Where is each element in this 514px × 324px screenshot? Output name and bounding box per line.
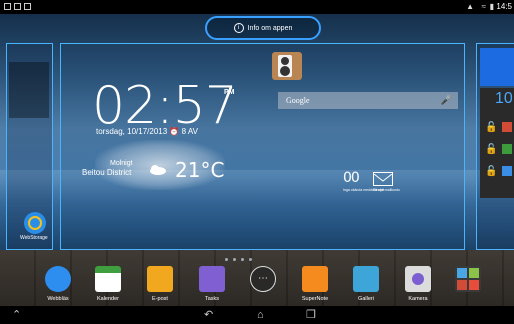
envelope-icon[interactable] [373,172,393,186]
dock-label: E-post [152,296,168,302]
dock-item-gallery[interactable]: Galleri [346,266,386,306]
mail-icon [147,266,173,292]
google-search-bar[interactable]: Google 🎤 [278,92,458,109]
right-widget-number: 10 [495,90,513,107]
dock-label: Kamera [408,296,428,302]
signal-icon: ▲ [466,2,474,11]
weather-temperature[interactable]: 21°C [175,158,224,182]
dock-item-browser[interactable]: Webbläs [38,266,78,306]
page-indicator-dot[interactable] [233,258,236,261]
left-widget [9,62,49,118]
dock-item-calendar[interactable]: Kalender [88,266,128,306]
page-indicator-dot[interactable] [225,258,228,261]
right-widget-header [480,48,514,86]
wifi-icon: ≈ [481,2,486,11]
speaker-icon [278,55,292,77]
dock-label: Tasks [204,296,220,302]
weather-city[interactable]: Beitou District [82,168,131,177]
dock-label: Galleri [358,296,374,302]
dock-item-camera[interactable]: Kamera [398,266,438,306]
google-folder-icon [455,266,481,292]
webstorage-icon[interactable] [24,212,46,234]
music-player-icon[interactable] [272,52,302,80]
notification-icon[interactable] [4,3,11,10]
dock-label: SuperNote [301,296,329,302]
status-time: 14:5 [496,2,512,11]
lock-icon[interactable]: 🔓 [485,144,497,155]
date-text: torsdag, 10/17/2013 [96,127,168,136]
page-indicator-dot[interactable] [241,258,244,261]
recent-apps-icon[interactable]: ❒ [306,308,316,322]
notification-icon[interactable] [24,3,31,10]
tasks-icon [199,266,225,292]
weather-condition: Molnigt [110,160,133,167]
globe-icon [45,266,71,292]
hangouts-icon[interactable] [502,144,512,154]
dock-item-email[interactable]: E-post [140,266,180,306]
page-indicator-dot[interactable] [249,258,252,261]
dock-label: Webbläs [47,296,69,302]
gallery-icon [353,266,379,292]
dock-item-google-folder[interactable] [448,266,488,306]
home-screen: ▲ ≈ ▮ 14:5 i Info om appen 02:57 PM tors… [0,0,514,324]
lock-icon[interactable]: 🔓 [485,122,497,133]
info-icon: i [233,23,244,33]
alarm-icon: ⏰ [169,127,180,136]
lock-icon[interactable]: 🔓 [485,166,497,177]
status-bar: ▲ ≈ ▮ 14:5 [0,0,514,14]
google-search-label: Google [286,96,310,105]
home-icon[interactable]: ⌂ [257,308,264,322]
mic-icon[interactable]: 🎤 [441,95,452,106]
back-icon[interactable]: ↶ [204,308,213,322]
mail-unread-count[interactable]: 00 [343,170,360,186]
apps-icon: ⋯ [250,266,276,292]
camera-icon [405,266,431,292]
clock-ampm: PM [224,89,235,96]
dock-item-all-apps[interactable]: ⋯ [243,266,283,306]
notification-icon[interactable] [14,3,21,10]
supernote-icon [302,266,328,292]
webstorage-label: WebStorage [20,235,48,241]
alarm-text: 8 AV [181,127,198,136]
clock-time[interactable]: 02:57 [92,80,238,132]
play-icon[interactable] [502,166,512,176]
dock-label: Kalender [96,296,120,302]
clock-date: torsdag, 10/17/2013 ⏰ 8 AV [96,127,198,136]
app-info-target[interactable]: i Info om appen [205,16,321,40]
calendar-icon [95,266,121,292]
navigation-bar: ⌃ ↶ ⌂ ❒ [0,306,514,324]
dock-item-supernote[interactable]: SuperNote [295,266,335,306]
up-icon[interactable]: ⌃ [12,308,21,322]
battery-icon: ▮ [489,2,494,11]
app-info-label: Info om appen [247,24,293,32]
dock-item-tasks[interactable]: Tasks [192,266,232,306]
google-plus-icon[interactable] [502,122,512,132]
cloudy-sun-icon [150,165,166,175]
mail-sub-right: Ett nytt mailkonto [373,188,400,192]
